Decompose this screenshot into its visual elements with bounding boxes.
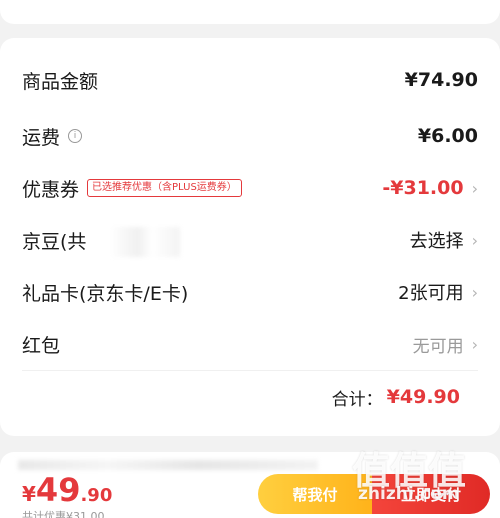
shipping-row: 运费 i ¥6.00 <box>22 118 478 154</box>
goods-amount-value: ¥74.90 <box>404 69 478 91</box>
goods-amount-label: 商品金额 <box>22 70 99 93</box>
red-packet-value: 无可用 <box>412 336 464 357</box>
checkout-bottom-bar: ¥ 49 .90 共计优惠¥31.00 帮我付 立即支付 <box>0 452 500 518</box>
help-me-pay-button[interactable]: 帮我付 <box>258 474 372 514</box>
checkout-page: 商品金额 ¥74.90 运费 i ¥6.00 优惠券 已选推荐优惠（含PLUS运… <box>0 0 500 518</box>
price-currency: ¥ <box>22 482 36 506</box>
jingdou-select-value: 去选择 <box>409 231 464 252</box>
gift-card-value: 2张可用 <box>398 283 464 304</box>
shipping-label: 运费 <box>22 126 61 149</box>
total-label: 合计： <box>331 389 383 410</box>
redacted-area <box>110 226 180 257</box>
order-summary-card: 商品金额 ¥74.90 运费 i ¥6.00 优惠券 已选推荐优惠（含PLUS运… <box>0 38 500 436</box>
coupon-value: -¥31.00 <box>382 177 464 199</box>
red-packet-label: 红包 <box>22 334 61 357</box>
chevron-right-icon: › <box>471 178 478 198</box>
price-decimal: .90 <box>80 485 113 506</box>
total-discount-text: 共计优惠¥31.00 <box>22 510 105 518</box>
redacted-area <box>18 460 318 470</box>
recommended-coupon-tag: 已选推荐优惠（含PLUS运费券） <box>87 179 242 197</box>
chevron-right-icon: › <box>471 334 478 354</box>
jingdou-row[interactable]: 京豆(共 去选择 › <box>22 222 478 258</box>
chevron-right-icon: › <box>471 230 478 250</box>
gift-card-label: 礼品卡(京东卡/E卡) <box>22 282 189 305</box>
total-row: 合计： ¥49.90 <box>332 382 460 412</box>
goods-amount-row: 商品金额 ¥74.90 <box>22 62 478 98</box>
shipping-value: ¥6.00 <box>417 125 478 147</box>
gift-card-row[interactable]: 礼品卡(京东卡/E卡) 2张可用 › <box>22 274 478 310</box>
chevron-right-icon: › <box>471 282 478 302</box>
payable-price: ¥ 49 .90 <box>22 474 112 506</box>
total-value: ¥49.90 <box>386 386 460 408</box>
top-card <box>0 0 500 24</box>
info-icon[interactable]: i <box>68 129 83 143</box>
pay-now-button[interactable]: 立即支付 <box>372 474 490 514</box>
coupon-label: 优惠券 <box>22 178 80 201</box>
jingdou-label: 京豆(共 <box>22 230 87 253</box>
coupon-row[interactable]: 优惠券 已选推荐优惠（含PLUS运费券） -¥31.00 › <box>22 170 478 206</box>
price-integer: 49 <box>35 471 81 509</box>
red-packet-row[interactable]: 红包 无可用 › <box>22 326 478 362</box>
divider <box>22 370 478 371</box>
